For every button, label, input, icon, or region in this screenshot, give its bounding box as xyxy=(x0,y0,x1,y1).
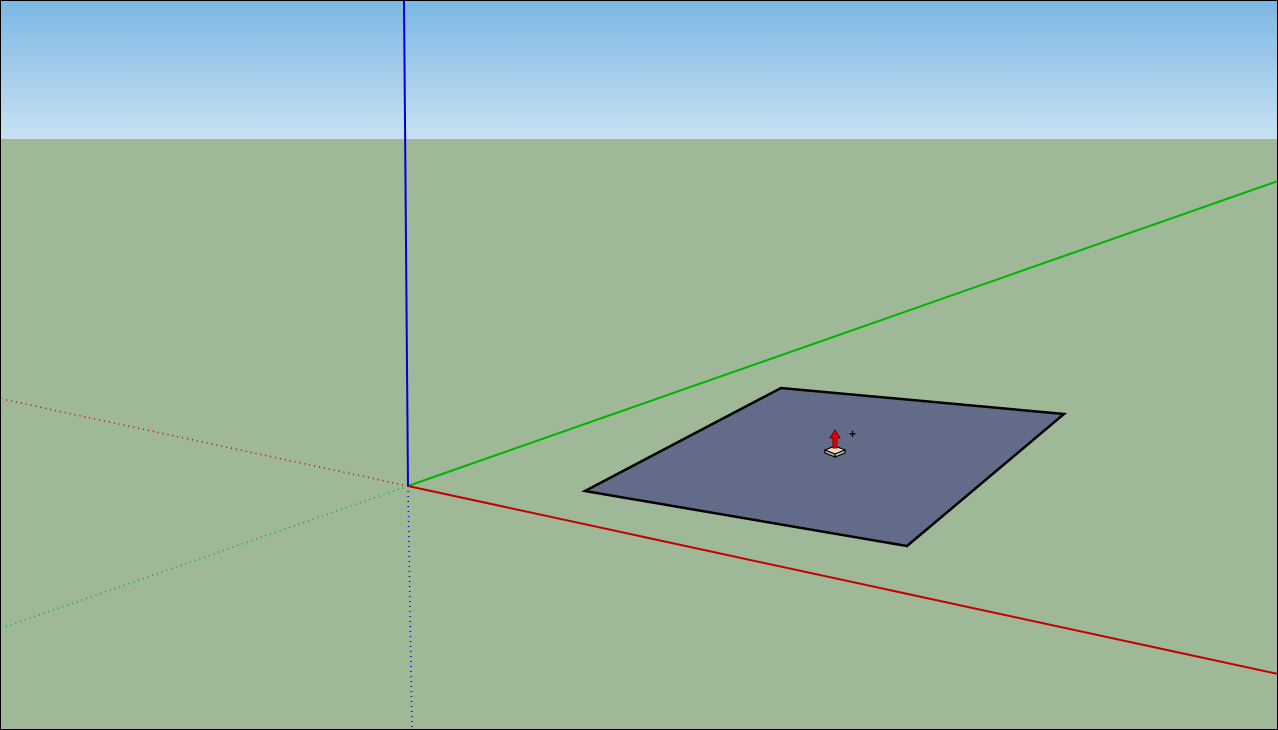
ground xyxy=(1,139,1277,729)
sky xyxy=(1,1,1277,139)
scene-canvas[interactable] xyxy=(1,1,1277,729)
modeling-viewport[interactable]: + xyxy=(0,0,1278,730)
